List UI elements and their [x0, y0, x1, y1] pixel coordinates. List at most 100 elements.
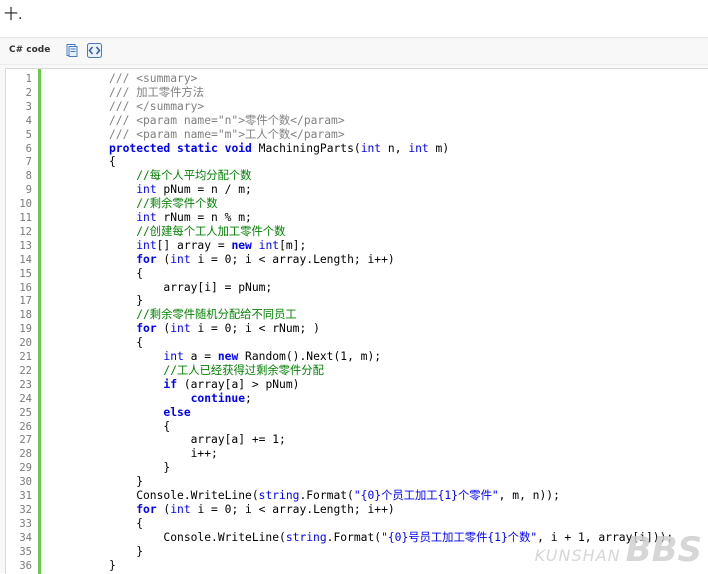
- code-text: /// <summary>: [109, 72, 198, 85]
- code-line: 3 /// </summary>: [6, 100, 706, 114]
- code-text: int pNum = n / m;: [136, 183, 252, 197]
- code-line: 30 }: [6, 475, 706, 489]
- line-number: 5: [25, 128, 32, 141]
- code-text: Console.WriteLine(string.Format("{0}个员工加…: [109, 489, 560, 502]
- line-number: 20: [19, 337, 32, 350]
- code-text: for (int i = 0; i < array.Length; i++): [136, 252, 395, 266]
- line-number: 11: [19, 212, 32, 224]
- code-text: {: [109, 336, 144, 350]
- line-number: 22: [19, 364, 32, 377]
- code-line: 31 Console.WriteLine(string.Format("{0}个…: [6, 489, 706, 503]
- code-text: /// <param name="n">零件个数</param>: [109, 113, 345, 127]
- line-number: 28: [19, 448, 32, 461]
- code-line: 20 {: [6, 336, 706, 350]
- line-number: 27: [19, 434, 32, 447]
- line-number: 19: [19, 323, 32, 336]
- code-line: 22 //工人已经获得过剩余零件分配: [6, 364, 706, 378]
- line-number: 14: [19, 253, 32, 266]
- line-number: 12: [19, 225, 32, 238]
- code-text: {: [109, 266, 144, 280]
- code-line: 18 //剩余零件随机分配给不同员工: [6, 308, 706, 322]
- code-line: 6 protected static void MachiningParts(in…: [6, 142, 706, 156]
- code-line: 10 //剩余零件个数: [6, 197, 706, 211]
- line-number: 10: [19, 198, 32, 211]
- code-line: 27 array[a] += 1;: [6, 433, 706, 447]
- code-line: 24 continue;: [6, 392, 706, 406]
- code-text: //工人已经获得过剩余零件分配: [109, 363, 324, 377]
- code-line: 25 else: [6, 406, 706, 420]
- code-line: 14 for (int i = 0; i < array.Length; i++…: [6, 253, 706, 267]
- code-text: if (array[a] > pNum): [163, 377, 300, 391]
- code-text: {: [109, 419, 171, 433]
- code-text: array[i] = pNum;: [109, 280, 273, 294]
- code-line: 23 if (array[a] > pNum): [6, 378, 706, 392]
- line-number: 9: [25, 184, 32, 197]
- code-text: }: [109, 461, 171, 475]
- code-text: int[] array = new int[m];: [136, 238, 307, 252]
- line-number: 18: [19, 309, 32, 322]
- code-line: 13 int[] array = new int[m];: [6, 239, 706, 253]
- code-line: 29 }: [6, 461, 706, 475]
- code-text: //每个人平均分配个数: [109, 169, 252, 183]
- code-line: 1 /// <summary>: [6, 72, 706, 86]
- code-text: /// <param name="m">工人个数</param>: [109, 127, 345, 141]
- line-number: 30: [19, 476, 32, 489]
- line-number: 3: [25, 100, 32, 113]
- code-line: 8 //每个人平均分配个数: [6, 169, 706, 183]
- code-line: 16 array[i] = pNum;: [6, 281, 706, 295]
- line-number: 23: [19, 378, 32, 391]
- code-text: protected static void MachiningParts(int…: [109, 141, 450, 155]
- line-number: 36: [19, 559, 32, 572]
- code-text: else: [163, 405, 191, 419]
- watermark-big: BBS: [625, 530, 702, 570]
- code-text: i++;: [109, 447, 218, 461]
- code-line: 7{: [6, 155, 706, 169]
- line-number: 33: [19, 517, 32, 530]
- view-source-icon[interactable]: [87, 43, 102, 58]
- line-number: 31: [19, 490, 32, 502]
- line-number: 15: [19, 267, 32, 280]
- code-text: for (int i = 0; i < array.Length; i++): [136, 502, 395, 516]
- code-text: {: [109, 516, 144, 530]
- code-line: 11 int rNum = n % m;: [6, 211, 706, 225]
- code-line: 21 int a = new Random().Next(1, m);: [6, 350, 706, 364]
- code-line: 19 for (int i = 0; i < rNum; ): [6, 322, 706, 336]
- code-text: }: [109, 294, 144, 308]
- language-label: C# code: [9, 45, 51, 55]
- line-number: 32: [19, 503, 32, 516]
- code-line: 28 i++;: [6, 447, 706, 461]
- line-number: 29: [19, 462, 32, 475]
- code-lines: 1 /// <summary> 2 /// 加工零件方法 3 /// </summary>…: [5, 68, 708, 574]
- line-number: 24: [19, 392, 32, 405]
- code-text: /// 加工零件方法: [109, 85, 204, 99]
- code-line: 2 /// 加工零件方法: [6, 86, 706, 100]
- line-number: 4: [25, 114, 32, 127]
- line-number: 26: [19, 420, 32, 433]
- code-text: }: [109, 475, 144, 489]
- code-text: for (int i = 0; i < rNum; ): [136, 322, 320, 336]
- watermark-small: KUNSHAN: [534, 546, 621, 565]
- code-text: //剩余零件随机分配给不同员工: [109, 308, 297, 322]
- line-number: 13: [19, 239, 32, 252]
- line-number: 35: [19, 545, 32, 558]
- line-number: 8: [25, 170, 32, 183]
- code-line: 17 }: [6, 294, 706, 308]
- copy-icon[interactable]: [64, 43, 79, 58]
- code-line: 9 int pNum = n / m;: [6, 183, 706, 197]
- code-text: }: [109, 558, 116, 572]
- line-number: 25: [19, 406, 32, 419]
- line-number: 34: [19, 531, 32, 544]
- line-number: 6: [25, 142, 32, 155]
- code-line: 32 for (int i = 0; i < array.Length; i++…: [6, 503, 706, 517]
- code-block: C# code 1 /// <summary> 2 /// 加工零件方法 3 /// </…: [0, 37, 708, 574]
- code-line: 15 {: [6, 267, 706, 281]
- code-line: 33 {: [6, 517, 706, 531]
- code-text: //剩余零件个数: [109, 197, 218, 211]
- code-text: int rNum = n % m;: [136, 211, 252, 224]
- line-number: 21: [19, 351, 32, 363]
- code-toolbar: C# code: [0, 38, 708, 65]
- code-text: //创建每个工人加工零件个数: [109, 224, 286, 238]
- watermark: KUNSHAN BBS: [535, 530, 702, 570]
- code-line: 4 /// <param name="n">零件个数</param>: [6, 114, 706, 128]
- line-number: 1: [25, 73, 32, 85]
